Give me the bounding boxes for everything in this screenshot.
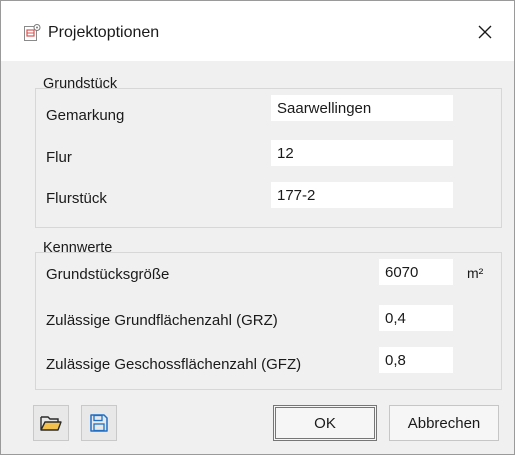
- kennwerte-group-title: Kennwerte: [43, 240, 113, 256]
- flur-label: Flur: [46, 149, 72, 166]
- gemarkung-label: Gemarkung: [46, 107, 125, 124]
- cancel-button[interactable]: Abbrechen: [389, 405, 499, 441]
- gfz-label: Zulässige Geschossflächenzahl (GFZ): [46, 356, 302, 373]
- title-bar: Projektoptionen: [1, 1, 514, 61]
- area-unit: m²: [467, 265, 484, 281]
- grundstuecksgroesse-field[interactable]: [379, 259, 453, 285]
- close-icon: [478, 25, 492, 39]
- flurstueck-label: Flurstück: [46, 190, 107, 207]
- project-settings-icon: [22, 23, 42, 43]
- window-title: Projektoptionen: [48, 24, 160, 41]
- project-options-dialog: Projektoptionen Grundstück Gemarkung Flu…: [0, 0, 515, 455]
- flurstueck-field[interactable]: [271, 182, 453, 208]
- save-project-button[interactable]: [81, 405, 117, 441]
- ok-button[interactable]: OK: [273, 405, 377, 441]
- flur-field[interactable]: [271, 140, 453, 166]
- gfz-field[interactable]: [379, 347, 453, 373]
- open-project-button[interactable]: [33, 405, 69, 441]
- grundstuecksgroesse-label: Grundstücksgröße: [46, 266, 170, 283]
- folder-open-icon: [40, 416, 62, 431]
- grz-field[interactable]: [379, 305, 453, 331]
- save-icon: [90, 414, 108, 432]
- gemarkung-field[interactable]: [271, 95, 453, 121]
- grz-label: Zulässige Grundflächenzahl (GRZ): [46, 312, 278, 329]
- close-button[interactable]: [467, 15, 503, 49]
- grundstueck-group-title: Grundstück: [43, 76, 118, 92]
